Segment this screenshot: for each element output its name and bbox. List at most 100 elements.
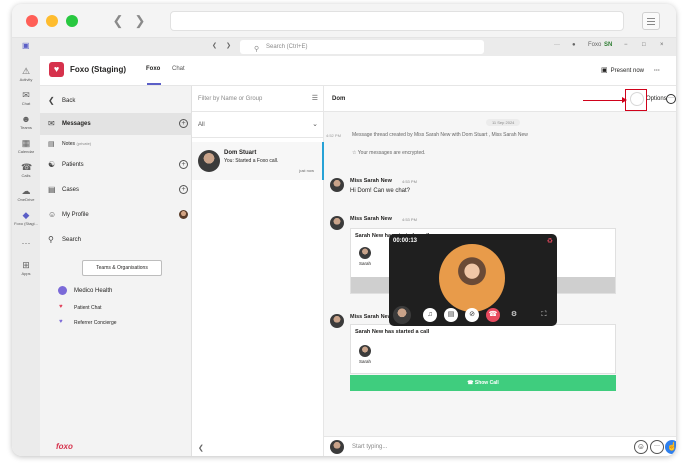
share-screen-button[interactable]: ⊘ <box>465 308 479 322</box>
rail-calls[interactable]: ☎ Calls <box>12 162 40 178</box>
options-more-icon[interactable]: ··· <box>666 94 676 104</box>
rail-apps[interactable]: ⊞ Apps <box>12 260 40 276</box>
chevron-down-icon: ⌄ <box>312 121 318 128</box>
tab-foxo[interactable]: Foxo <box>146 66 160 72</box>
teams-icon: ☻ <box>21 114 31 124</box>
minimize-icon[interactable]: − <box>624 42 628 48</box>
user-avatar <box>330 440 344 454</box>
close-icon[interactable]: × <box>660 42 664 48</box>
sidebar-item-notes[interactable]: ▤ Notes (private) <box>40 136 192 152</box>
cases-icon: ▤ <box>48 185 56 194</box>
conversation-filter-select[interactable]: All ⌄ <box>192 112 324 138</box>
thumbs-up-icon[interactable]: ☝ <box>665 440 676 454</box>
browser-back-button[interactable]: ❮ <box>108 12 128 30</box>
contact-avatar <box>198 150 220 172</box>
teams-back-icon[interactable]: ❮ <box>212 42 217 49</box>
more-icon: ··· <box>21 238 31 248</box>
arrow-left-icon: ❮ <box>48 96 55 105</box>
more-icon[interactable]: ··· <box>654 68 660 74</box>
fullscreen-button[interactable]: ⛶ <box>537 308 551 322</box>
call-card-title: Sarah New has started a call <box>355 329 430 335</box>
add-patient-button[interactable]: + <box>179 160 188 169</box>
composer: Start typing... ☺ ··· ☝ <box>324 436 676 456</box>
annotation-highlight-box <box>625 89 647 111</box>
collapse-panel-icon[interactable]: ❮ <box>198 444 204 452</box>
teams-organisations-button[interactable]: Teams & Organisations <box>82 260 162 276</box>
rail-teams[interactable]: ☻ Teams <box>12 114 40 130</box>
notification-icon[interactable]: ● <box>572 42 576 48</box>
end-call-button[interactable]: ☎ <box>486 308 500 322</box>
calendar-icon: ▦ <box>21 138 31 148</box>
rail-calendar[interactable]: ▦ Calendar <box>12 138 40 154</box>
emoji-icon[interactable]: ☺ <box>634 440 648 454</box>
sender-avatar <box>330 178 344 192</box>
sidebar-item-patients[interactable]: ☯ Patients + <box>40 154 192 176</box>
sidebar-item-messages[interactable]: ✉ Messages + <box>40 113 192 135</box>
teams-logo-icon: ▣ <box>22 41 30 50</box>
org-medico-health[interactable]: Medico Health <box>74 288 112 294</box>
show-call-button[interactable]: ☎ Show Call <box>350 375 616 391</box>
org-patient-chat[interactable]: Patient Chat <box>74 305 102 311</box>
phone-icon: ☎ <box>21 162 33 172</box>
participant-name: Sarah <box>359 261 372 266</box>
present-icon: ▣ <box>601 67 608 74</box>
call-timer: 00:00:13 <box>393 238 418 244</box>
rail-onedrive[interactable]: ☁ OneDrive <box>12 186 40 202</box>
chat-title: Dom <box>332 96 346 102</box>
rail-activity[interactable]: ⚠ Activity <box>12 66 40 82</box>
cloud-icon: ☁ <box>21 186 31 196</box>
app-title: Foxo (Staging) <box>70 65 126 74</box>
system-time: 4:52 PM <box>326 133 341 138</box>
address-bar[interactable] <box>170 11 624 31</box>
message-sender: Miss Sarah New <box>350 178 392 184</box>
browser-menu-button[interactable] <box>642 12 660 30</box>
search-icon: ⚲ <box>254 46 260 53</box>
call-settings-button[interactable]: ⚙ <box>507 308 521 322</box>
conversation-item[interactable]: Dom Stuart You: Started a Foxo call. jus… <box>192 142 324 180</box>
filter-people-icon[interactable]: ☰ <box>312 94 318 102</box>
sidebar-item-my-profile[interactable]: ☺ My Profile <box>40 204 192 226</box>
message-sender: Miss Sarah New <box>350 314 392 320</box>
user-avatar[interactable]: SN <box>604 42 612 48</box>
chat-icon: ✉ <box>22 90 30 100</box>
filter-input[interactable]: Filter by Name or Group ☰ <box>192 86 324 112</box>
toggle-camera-button[interactable]: ▤ <box>444 308 458 322</box>
teams-title-bar: ▣ ❮ ❯ ⚲ Search (Ctrl+E) ··· ● Foxo SN − … <box>12 38 676 56</box>
messages-icon: ✉ <box>48 119 55 128</box>
more-icon[interactable]: ··· <box>554 42 560 48</box>
conversation-list: Filter by Name or Group ☰ All ⌄ Dom Stua… <box>192 86 324 456</box>
bell-icon: ⚠ <box>21 66 31 76</box>
call-window[interactable]: 00:00:13 ♻ ♫ ▤ ⊘ ☎ ⚙ ⛶ <box>389 234 557 326</box>
more-actions-icon[interactable]: ··· <box>650 440 664 454</box>
sidebar-item-search[interactable]: ⚲ Search <box>40 229 192 251</box>
tab-chat[interactable]: Chat <box>172 66 185 72</box>
add-message-button[interactable]: + <box>179 119 188 128</box>
rail-foxo[interactable]: ◆ Foxo (Stagi... <box>12 210 40 226</box>
participant-avatar <box>359 247 371 259</box>
options-label[interactable]: Options <box>646 96 667 102</box>
teams-forward-icon[interactable]: ❯ <box>226 42 231 49</box>
close-window-button[interactable] <box>26 15 38 27</box>
minimize-window-button[interactable] <box>46 15 58 27</box>
message-input[interactable]: Start typing... <box>352 444 387 450</box>
date-divider: 11 Sep 2024 <box>486 119 521 126</box>
message-time: 4:53 PM <box>402 217 417 222</box>
browser-toolbar: ❮ ❯ <box>12 4 676 38</box>
org-referrer-concierge[interactable]: Referrer Concierge <box>74 320 117 326</box>
sender-avatar <box>330 216 344 230</box>
teams-app-rail: ⚠ Activity ✉ Chat ☻ Teams ▦ Calendar ☎ C… <box>12 56 40 456</box>
back-button[interactable]: ❮ Back <box>40 90 192 112</box>
maximize-window-button[interactable] <box>66 15 78 27</box>
browser-forward-button[interactable]: ❯ <box>130 12 150 30</box>
mute-mic-button[interactable]: ♫ <box>423 308 437 322</box>
rail-chat[interactable]: ✉ Chat <box>12 90 40 106</box>
annotation-arrow <box>583 97 627 103</box>
teams-search-input[interactable]: ⚲ Search (Ctrl+E) <box>240 40 484 54</box>
present-now-button[interactable]: ▣ Present now ··· <box>601 66 660 74</box>
remote-video <box>439 244 505 312</box>
restore-icon[interactable]: □ <box>642 42 646 48</box>
sidebar-item-cases[interactable]: ▤ Cases + <box>40 179 192 201</box>
sender-avatar <box>330 314 344 328</box>
add-case-button[interactable]: + <box>179 185 188 194</box>
rail-more[interactable]: ··· <box>12 238 40 249</box>
